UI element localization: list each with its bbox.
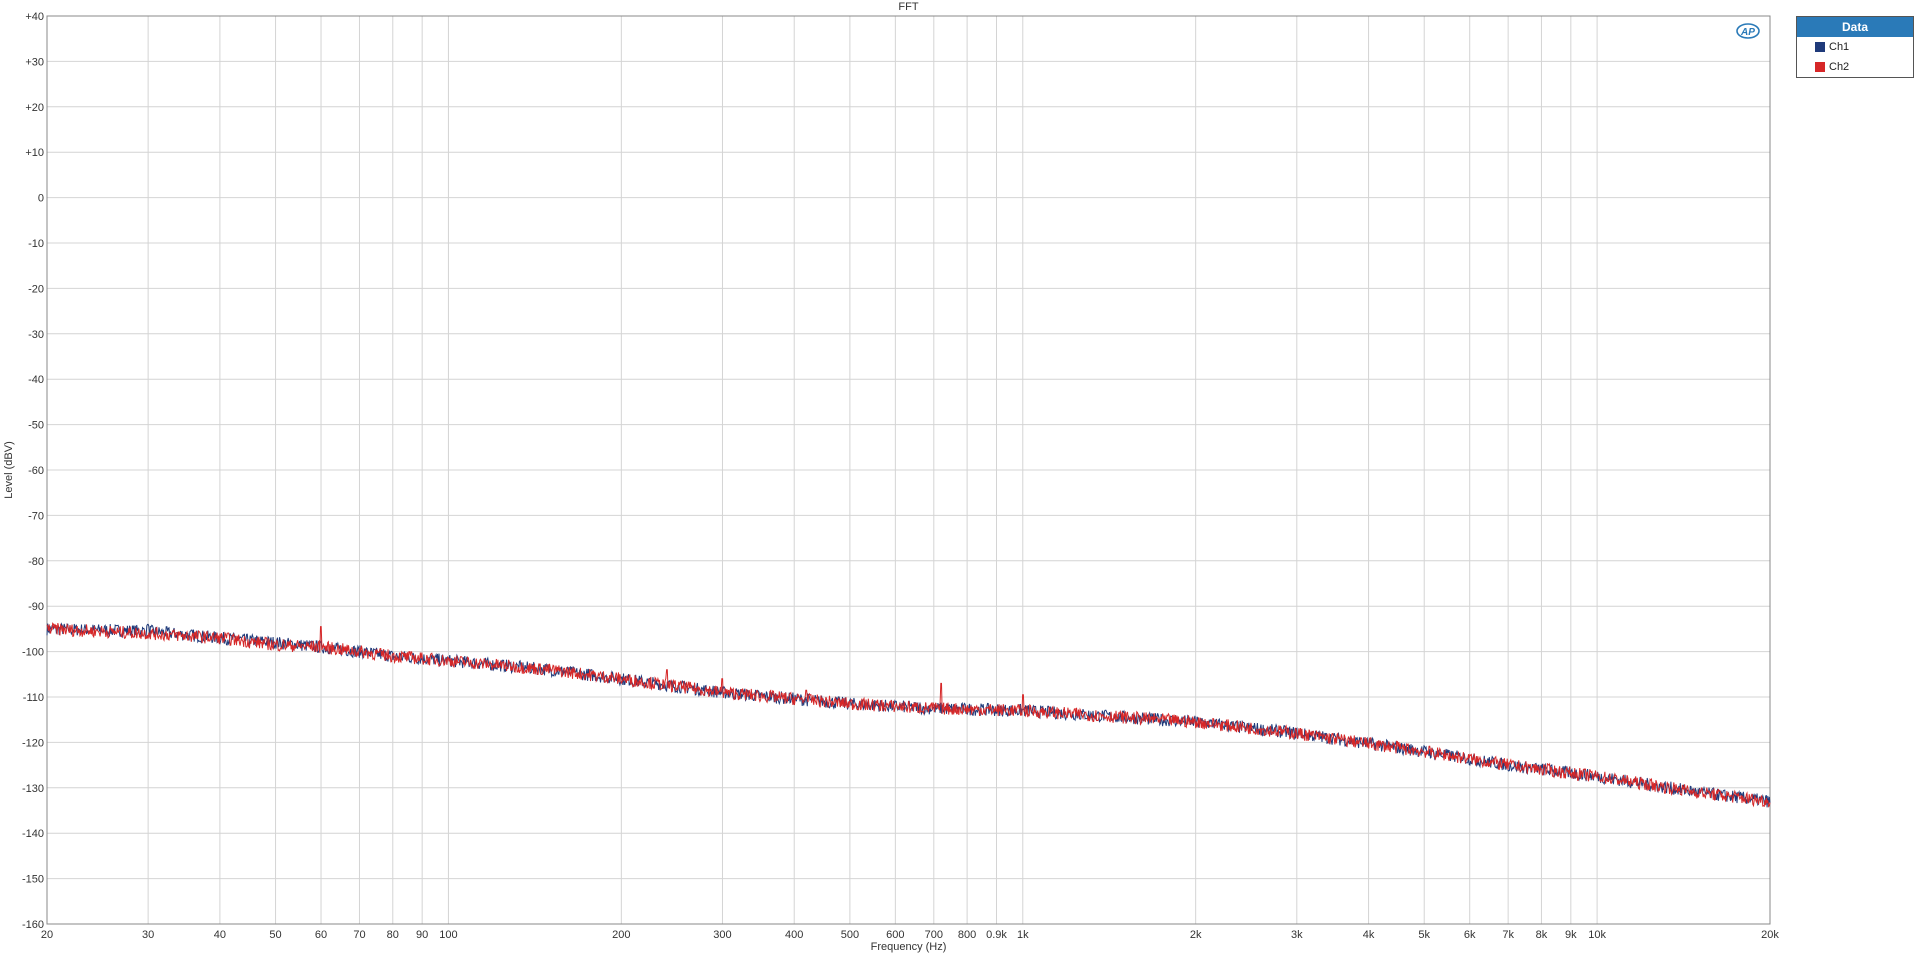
x-tick-label: 2k bbox=[1190, 929, 1202, 941]
ap-logo-icon: AP bbox=[1736, 23, 1760, 39]
fft-chart: +40 +30 +20 +10 0 -10 -20 -30 -40 -50 -60 -70 -80 -90… bbox=[3, 1, 1779, 953]
y-tick-label: -100 bbox=[22, 647, 44, 659]
y-tick-label: -20 bbox=[28, 283, 44, 295]
legend-title: Data bbox=[1797, 17, 1913, 37]
y-tick-label: -60 bbox=[28, 465, 44, 477]
y-tick-label: -110 bbox=[23, 692, 44, 704]
y-tick-label: -150 bbox=[22, 874, 44, 886]
y-axis-ticks: +40 +30 +20 +10 0 -10 -20 -30 -40 -50 -60 -70 -80 -90… bbox=[22, 11, 44, 931]
y-tick-label: -50 bbox=[28, 420, 44, 432]
y-tick-label: -30 bbox=[28, 329, 44, 341]
legend-swatch-ch2 bbox=[1815, 62, 1825, 72]
y-tick-label: +40 bbox=[25, 11, 44, 23]
x-tick-label: 90 bbox=[416, 929, 428, 941]
x-tick-label: 3k bbox=[1291, 929, 1303, 941]
x-tick-label: 20k bbox=[1761, 929, 1779, 941]
y-tick-label: -10 bbox=[28, 238, 44, 250]
y-tick-label: -130 bbox=[22, 783, 44, 795]
x-tick-label: 9k bbox=[1565, 929, 1577, 941]
y-tick-label: +10 bbox=[25, 147, 44, 159]
x-tick-label: 1k bbox=[1017, 929, 1029, 941]
x-tick-label: 600 bbox=[886, 929, 904, 941]
y-tick-label: -80 bbox=[28, 556, 44, 568]
y-tick-label: -140 bbox=[22, 828, 44, 840]
x-tick-label: 60 bbox=[315, 929, 327, 941]
legend-label-ch2: Ch2 bbox=[1829, 61, 1850, 73]
y-tick-label: 0 bbox=[38, 193, 44, 205]
x-tick-label: 50 bbox=[269, 929, 281, 941]
x-tick-label: 5k bbox=[1418, 929, 1430, 941]
x-tick-label: 200 bbox=[612, 929, 630, 941]
legend: Data Ch1 Ch2 bbox=[1796, 16, 1914, 78]
x-axis-label: Frequency (Hz) bbox=[871, 941, 947, 953]
x-axis-ticks: 20 30 40 50 60 70 80 90 100 200 300 400 500 600 700 800… bbox=[41, 929, 1779, 941]
x-tick-label: 400 bbox=[785, 929, 803, 941]
y-tick-label: +30 bbox=[25, 56, 44, 68]
x-tick-label: 20 bbox=[41, 929, 53, 941]
x-tick-label: 300 bbox=[713, 929, 731, 941]
legend-swatch-ch1 bbox=[1815, 42, 1825, 52]
y-tick-label: -120 bbox=[22, 737, 44, 749]
x-tick-label: 8k bbox=[1536, 929, 1548, 941]
x-tick-label: 6k bbox=[1464, 929, 1476, 941]
svg-text:AP: AP bbox=[1740, 27, 1755, 38]
x-tick-label: 4k bbox=[1363, 929, 1375, 941]
x-tick-label: 700 bbox=[925, 929, 943, 941]
x-tick-label: 7k bbox=[1502, 929, 1514, 941]
y-axis-label: Level (dBV) bbox=[3, 441, 15, 498]
x-tick-label: 10k bbox=[1588, 929, 1606, 941]
chart-title: FFT bbox=[898, 1, 918, 13]
y-tick-label: -40 bbox=[28, 374, 44, 386]
grid bbox=[46, 15, 1771, 925]
x-tick-label: 40 bbox=[214, 929, 226, 941]
x-tick-label: 100 bbox=[439, 929, 457, 941]
x-tick-label: 0.9k bbox=[986, 929, 1007, 941]
x-tick-label: 500 bbox=[841, 929, 859, 941]
series-line-ch2 bbox=[46, 622, 1771, 808]
y-tick-label: -70 bbox=[28, 510, 44, 522]
legend-item-ch1[interactable]: Ch1 bbox=[1797, 37, 1913, 57]
legend-item-ch2[interactable]: Ch2 bbox=[1797, 57, 1913, 77]
y-tick-label: -90 bbox=[28, 601, 44, 613]
x-tick-label: 80 bbox=[387, 929, 399, 941]
x-tick-label: 800 bbox=[958, 929, 976, 941]
x-tick-label: 70 bbox=[353, 929, 365, 941]
legend-label-ch1: Ch1 bbox=[1829, 41, 1850, 53]
series-layer bbox=[46, 622, 1771, 808]
y-tick-label: +20 bbox=[25, 102, 44, 114]
x-tick-label: 30 bbox=[142, 929, 154, 941]
